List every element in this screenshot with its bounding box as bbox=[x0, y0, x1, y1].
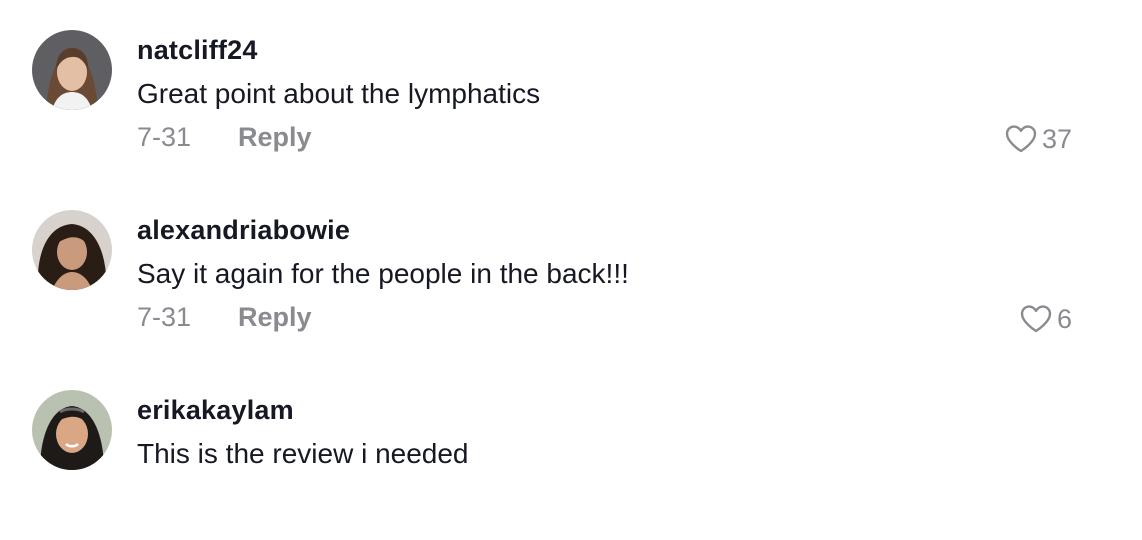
comment-item: natcliff24 Great point about the lymphat… bbox=[0, 0, 1142, 180]
comment-item: erikakaylam This is the review i needed bbox=[0, 360, 1142, 540]
reply-button[interactable]: Reply bbox=[238, 122, 312, 153]
avatar[interactable] bbox=[32, 210, 112, 290]
like-count: 37 bbox=[1041, 123, 1072, 154]
reply-button[interactable]: Reply bbox=[238, 302, 312, 333]
like-button[interactable]: 6 bbox=[1019, 302, 1072, 336]
like-count: 6 bbox=[1056, 303, 1072, 334]
like-button[interactable]: 37 bbox=[1004, 122, 1072, 156]
avatar[interactable] bbox=[32, 30, 112, 110]
comment-text: This is the review i needed bbox=[137, 438, 469, 469]
comment-text: Great point about the lymphatics bbox=[137, 78, 541, 109]
avatar[interactable] bbox=[32, 390, 112, 470]
comment-username[interactable]: natcliff24 bbox=[137, 35, 258, 66]
comment-date: 7-31 bbox=[137, 302, 192, 332]
heart-outline-icon bbox=[1020, 305, 1052, 333]
heart-outline-icon bbox=[1005, 125, 1037, 153]
comment-text: Say it again for the people in the back!… bbox=[137, 258, 629, 289]
comment-item: alexandriabowie Say it again for the peo… bbox=[0, 180, 1142, 360]
comment-date: 7-31 bbox=[137, 122, 192, 152]
comment-username[interactable]: alexandriabowie bbox=[137, 215, 350, 246]
comment-username[interactable]: erikakaylam bbox=[137, 395, 294, 426]
